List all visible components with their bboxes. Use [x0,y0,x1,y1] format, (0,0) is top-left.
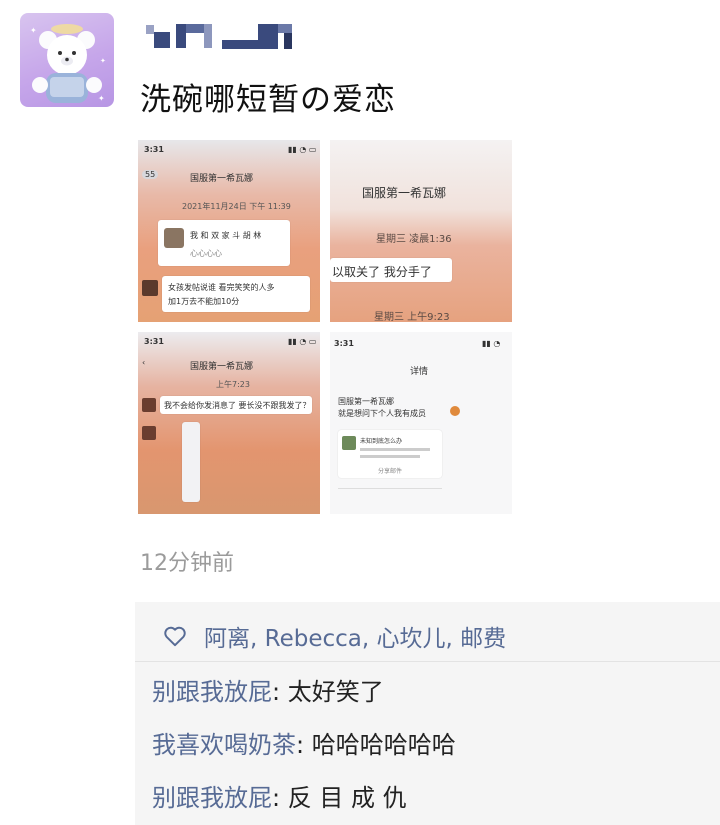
post-image-1[interactable]: 3:31 ▮▮ ◔ ▭ 55 国服第一希瓦娜 2021年11月24日 下午 11… [138,140,320,322]
status-time: 3:31 [144,337,164,346]
divider [338,488,442,489]
post-image-3[interactable]: 3:31 ▮▮ ◔ ▭ ‹ 国服第一希瓦娜 上午7:23 我不会给你发消息了 要… [138,332,320,514]
sender-avatar [142,280,158,296]
message-bubble: 我不会给你发消息了 要长没不跟我发了？ [160,396,312,414]
sender-avatar-2 [142,426,156,440]
message-bubble: 女孩发帖说谁 看完笑笑的人多 加1万去不能加10分 [162,276,310,312]
detail-line-2: 就是想问下个人我有成员 [338,409,426,418]
card-line [360,455,420,458]
avatar[interactable]: ✦ ✦ ✦ [20,13,114,107]
status-icons: ▮▮ ◔ [482,339,501,348]
like-names[interactable]: 阿离, Rebecca, 心坎儿, 邮费 [204,619,506,653]
shared-card: 未知到底怎么办 分享邮件 [338,430,442,478]
detail-title: 详情 [410,367,429,377]
comment-colon: : [272,678,288,706]
status-time: 3:31 [334,339,354,348]
chat-title: 国服第一希瓦娜 [190,174,254,184]
message-card: 我 和 双 家 斗 胡 林 心心心心 [158,220,290,266]
message-text-2: 加1万去不能加10分 [168,297,240,306]
chat-title: 国服第一希瓦娜 [190,362,254,372]
comment-colon: : [296,731,312,759]
comment-text: 太好笑了 [287,678,384,706]
message-text: 女孩发帖说谁 看完笑笑的人多 [168,283,275,292]
post-text: 洗碗哪短暂の爱恋 [140,82,396,118]
sender-avatar [142,398,156,412]
comment-row[interactable]: 别跟我放屁: 反 目 成 仇 [152,778,407,813]
post-timestamp: 12分钟前 [140,551,234,576]
comment-author[interactable]: 别跟我放屁 [152,678,272,706]
message-text: 以取关了 我分手了 [332,265,432,279]
panel-divider [135,661,720,662]
status-time: 3:31 [144,145,164,154]
svg-text:✦: ✦ [98,94,105,103]
time-stamp-2: 星期三 上午9:23 [374,312,450,322]
emoji-icon [450,406,460,416]
status-icons: ▮▮ ◔ ▭ [288,337,317,346]
message-bubble: 以取关了 我分手了 [330,258,452,282]
time-stamp: 星期三 凌晨1:36 [376,234,452,245]
comment-row[interactable]: 别跟我放屁: 太好笑了 [152,672,384,707]
card-text: 我 和 双 家 斗 胡 林 [190,231,262,240]
comment-text: 反 目 成 仇 [287,784,407,812]
comment-text: 哈哈哈哈哈哈 [311,731,456,759]
username-pixelated[interactable] [140,20,340,60]
comment-author[interactable]: 别跟我放屁 [152,784,272,812]
time-stamp: 上午7:23 [216,380,250,389]
heart-outline-icon [164,626,186,647]
comment-colon: : [272,784,288,812]
card-thumbnail [342,436,356,450]
comment-row[interactable]: 我喜欢喝奶茶: 哈哈哈哈哈哈 [152,725,456,760]
card-thumbnail [164,228,184,248]
post-image-4[interactable]: 3:31 ▮▮ ◔ 详情 国服第一希瓦娜 就是想问下个人我有成员 未知到底怎么办… [330,332,512,514]
shared-screenshot-thumbnail [182,422,200,502]
card-foot: 分享邮件 [378,468,403,475]
post-image-2[interactable]: 国服第一希瓦娜 星期三 凌晨1:36 以取关了 我分手了 星期三 上午9:23 [330,140,512,322]
unread-count: 55 [142,170,159,179]
date-stamp: 2021年11月24日 下午 11:39 [182,202,291,211]
message-text: 我不会给你发消息了 要长没不跟我发了？ [164,401,311,410]
likes-row: 阿离, Rebecca, 心坎儿, 邮费 [162,616,506,656]
svg-text:✦: ✦ [30,26,37,35]
card-line [360,448,430,451]
detail-line-1: 国服第一希瓦娜 [338,397,394,406]
card-sub: 心心心心 [190,249,222,258]
comment-author[interactable]: 我喜欢喝奶茶 [152,731,296,759]
card-title: 未知到底怎么办 [360,438,403,445]
back-chevron-icon[interactable]: ‹ [142,358,145,367]
teddy-bear-avatar-image: ✦ ✦ ✦ [30,24,106,103]
chat-title: 国服第一希瓦娜 [362,186,447,200]
svg-text:✦: ✦ [100,57,106,65]
status-icons: ▮▮ ◔ ▭ [288,145,317,154]
